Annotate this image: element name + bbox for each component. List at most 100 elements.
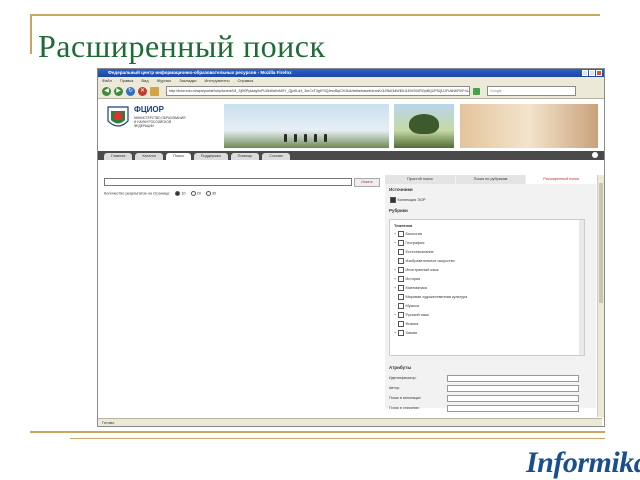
attr-annotation-input[interactable]	[447, 395, 579, 402]
topic-checkbox[interactable]	[398, 303, 404, 309]
minimize-button[interactable]	[582, 70, 588, 76]
tab-help[interactable]: Помощь	[230, 153, 260, 160]
results-per-page-label: Количество результатов на странице:	[104, 191, 171, 196]
topic-item: · Музыка	[394, 303, 419, 309]
topic-checkbox[interactable]	[398, 231, 404, 237]
per-page-radio-30[interactable]	[205, 191, 211, 196]
reload-icon[interactable]: ↻	[126, 86, 135, 96]
topic-checkbox[interactable]	[398, 249, 404, 255]
site-header: ФЦИОР МИНИСТЕРСТВО ОБРАЗОВАНИЯ И НАУКИ Р…	[98, 99, 604, 151]
close-button[interactable]	[596, 70, 602, 76]
topic-label: Мировая художественная культура	[405, 294, 468, 299]
attr-description-label: Поиск в описании:	[389, 406, 420, 410]
per-page-radio-10[interactable]	[175, 191, 181, 196]
topic-item: + Русский язык	[394, 312, 429, 318]
tab-home[interactable]: Главная	[104, 153, 133, 160]
tab-search[interactable]: Поиск	[166, 153, 191, 160]
settings-icon[interactable]	[592, 152, 598, 158]
menu-help[interactable]: Справка	[237, 77, 253, 84]
topic-item: · Изобразительное искусство	[394, 258, 455, 264]
window-titlebar: Федеральный центр информационно-образова…	[98, 69, 604, 77]
attr-description-input[interactable]	[447, 405, 579, 412]
go-button[interactable]	[473, 87, 480, 95]
attr-author-input[interactable]	[447, 385, 579, 392]
tree-shape	[409, 114, 439, 134]
attr-author-label: Автор:	[389, 386, 400, 390]
topic-checkbox[interactable]	[398, 285, 404, 291]
attributes-heading: Атрибуты	[389, 365, 412, 370]
forward-icon[interactable]: ▶	[114, 86, 123, 96]
topic-label: Музыка	[405, 303, 419, 308]
topic-checkbox[interactable]	[398, 240, 404, 246]
search-query-input[interactable]	[104, 178, 352, 186]
search-content: Искать Количество результатов на страниц…	[98, 175, 602, 412]
site-subtitle: МИНИСТЕРСТВО ОБРАЗОВАНИЯ И НАУКИ РОССИЙС…	[134, 116, 186, 128]
topic-checkbox[interactable]	[398, 267, 404, 273]
topic-label: Русский язык	[405, 312, 429, 317]
fcior-logo-icon	[107, 106, 129, 127]
attr-identifier-input[interactable]	[447, 375, 579, 382]
source-label: Коллекция ЭОР	[397, 197, 426, 202]
topic-checkbox[interactable]	[398, 330, 404, 336]
tab-simple-search[interactable]: Простой поиск	[385, 175, 455, 184]
menu-tools[interactable]: Инструменты	[205, 77, 230, 84]
topic-label: Физика	[405, 321, 419, 326]
topic-item: + Математика	[394, 285, 427, 291]
topic-label: География	[405, 240, 425, 245]
menu-bar: Файл Правка Вид Журнал Закладки Инструме…	[98, 77, 604, 84]
tab-advanced-search[interactable]: Расширенный поиск	[526, 175, 597, 184]
attr-identifier-label: Идентификатор:	[389, 376, 417, 380]
topic-label: Биология	[405, 231, 423, 236]
site-nav-tabs: Главная Каталог Поиск Поддержка Помощь С…	[98, 151, 604, 160]
per-page-option-10: 10	[181, 191, 186, 196]
banner-image-kids	[224, 104, 389, 148]
tab-rubric-search[interactable]: Поиск по рубрикам	[455, 175, 526, 184]
per-page-radio-20[interactable]	[190, 191, 196, 196]
topic-checkbox[interactable]	[398, 321, 404, 327]
window-controls	[582, 70, 602, 76]
menu-bookmarks[interactable]: Закладки	[179, 77, 196, 84]
tab-support[interactable]: Поддержка	[193, 153, 228, 160]
source-checkbox[interactable]	[390, 197, 396, 203]
attr-annotation-label: Поиск в аннотации:	[389, 396, 422, 400]
menu-view[interactable]: Вид	[141, 77, 148, 84]
page-scrollbar-thumb[interactable]	[599, 183, 603, 303]
window-title: Федеральный центр информационно-образова…	[108, 70, 292, 75]
topic-item: + Биология	[394, 231, 422, 237]
slide-title: Расширенный поиск	[38, 28, 326, 64]
tab-links[interactable]: Ссылки	[262, 153, 290, 160]
topic-item: + Химия	[394, 330, 417, 336]
sources-heading: Источники	[389, 187, 413, 192]
topic-item: · Физика	[394, 321, 418, 327]
topic-checkbox[interactable]	[398, 276, 404, 282]
topic-item: + Иностранный язык	[394, 267, 439, 273]
topic-label: Естествознание	[405, 249, 434, 254]
back-icon[interactable]: ◀	[102, 86, 111, 96]
topic-label: Химия	[405, 330, 417, 335]
topic-checkbox[interactable]	[398, 294, 404, 300]
slide-rule-bottom-thin	[70, 438, 605, 439]
status-bar: Готово	[98, 418, 602, 426]
maximize-button[interactable]	[589, 70, 595, 76]
menu-file[interactable]: Файл	[102, 77, 112, 84]
tab-catalog[interactable]: Каталог	[135, 153, 164, 160]
site-name: ФЦИОР	[134, 105, 164, 114]
page-scrollbar[interactable]	[597, 175, 604, 417]
topic-item: + История	[394, 276, 420, 282]
menu-edit[interactable]: Правка	[120, 77, 134, 84]
topic-item: · Мировая художественная культура	[394, 294, 467, 300]
advanced-search-panel: Простой поиск Поиск по рубрикам Расширен…	[385, 175, 597, 412]
web-search-input[interactable]: Google	[487, 86, 576, 96]
topic-checkbox[interactable]	[398, 312, 404, 318]
topics-heading: Тематика	[394, 223, 413, 228]
find-button[interactable]: Искать	[354, 178, 380, 187]
url-input[interactable]: http://fcior.edu.ru/wps/portal/!ut/p/kcx…	[166, 86, 470, 96]
topic-checkbox[interactable]	[398, 258, 404, 264]
menu-history[interactable]: Журнал	[157, 77, 172, 84]
stop-icon[interactable]: ✕	[138, 86, 147, 96]
home-icon[interactable]	[150, 86, 159, 96]
panel-tabs: Простой поиск Поиск по рубрикам Расширен…	[385, 175, 597, 184]
topics-scrollbar[interactable]	[579, 220, 584, 355]
slide-rule-bottom	[30, 431, 605, 433]
topic-label: Иностранный язык	[405, 267, 439, 272]
